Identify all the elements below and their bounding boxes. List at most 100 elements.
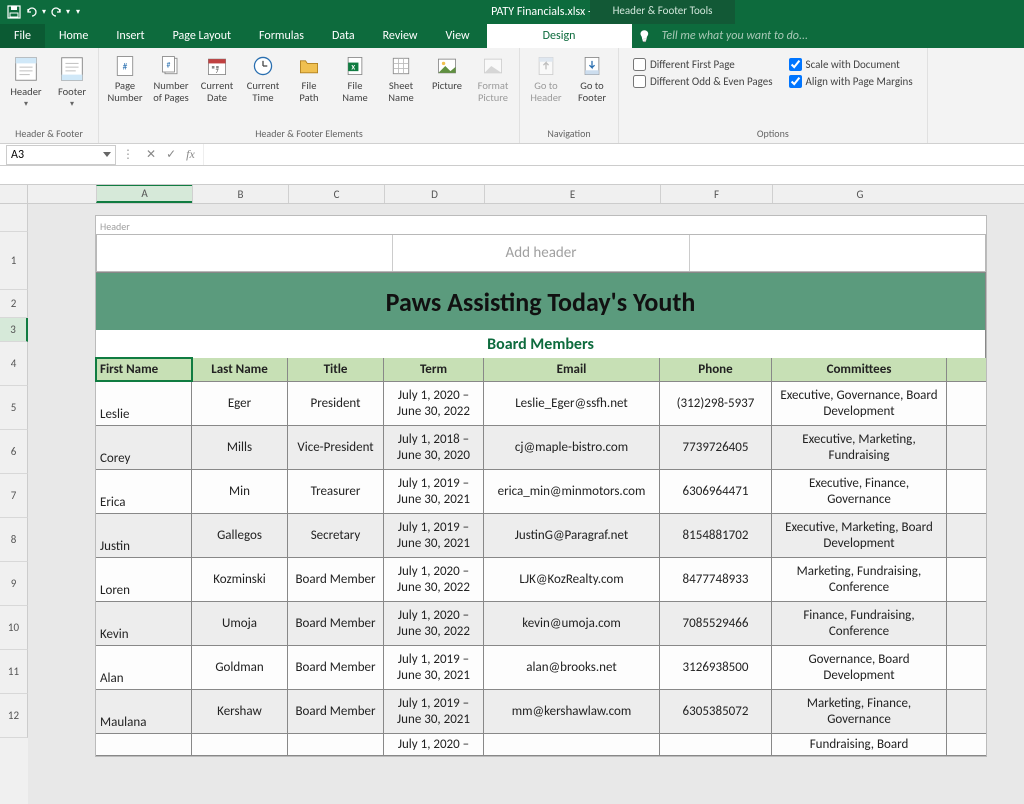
cell-term[interactable]: July 1, 2020 – [384,734,484,755]
col-B[interactable]: B [192,185,288,203]
picture-button[interactable]: Picture [427,52,467,94]
qat-customize[interactable]: ▾ [72,7,80,17]
cell-phone[interactable]: 7739726405 [660,426,772,469]
cell-title[interactable]: Treasurer [288,470,384,513]
cell-term[interactable]: July 1, 2020 – June 30, 2022 [384,602,484,645]
cell-title[interactable]: President [288,382,384,425]
sheet-area[interactable]: Header Add header Paws Assisting Today's… [28,204,1024,804]
cell-title[interactable]: Vice-President [288,426,384,469]
col-committees[interactable]: Committees [772,358,947,381]
tab-design[interactable]: Design [487,23,632,48]
current-date-button[interactable]: 7 Current Date [197,52,237,105]
cell-first[interactable]: Leslie [96,382,192,425]
row-9[interactable]: 9 [0,562,28,606]
cell-committees[interactable]: Executive, Marketing, Board Development [772,514,947,557]
cell-committees[interactable]: Marketing, Fundraising, Conference [772,558,947,601]
cell-email[interactable]: JustinG@Paragraf.net [484,514,660,557]
tab-insert[interactable]: Insert [102,24,158,48]
save-button[interactable] [6,4,22,20]
row-5[interactable]: 5 [0,386,28,430]
cell-term[interactable]: July 1, 2019 – June 30, 2021 [384,470,484,513]
cell-first[interactable] [96,734,192,755]
cell-first[interactable]: Alan [96,646,192,689]
cell-term[interactable]: July 1, 2018 – June 30, 2020 [384,426,484,469]
header-center[interactable]: Add header [393,235,689,271]
tab-home[interactable]: Home [45,24,102,48]
tab-data[interactable]: Data [318,24,369,48]
cell-phone[interactable]: 8477748933 [660,558,772,601]
row-12[interactable]: 12 [0,694,28,738]
cell-last[interactable]: Min [192,470,288,513]
col-last-name[interactable]: Last Name [192,358,288,381]
cell-last[interactable]: Eger [192,382,288,425]
cell-last[interactable]: Kozminski [192,558,288,601]
header-right[interactable] [690,235,985,271]
cell-email[interactable]: kevin@umoja.com [484,602,660,645]
page-number-button[interactable]: # Page Number [105,52,145,105]
format-picture-button[interactable]: Format Picture [473,52,513,105]
tab-review[interactable]: Review [369,24,432,48]
cell-last[interactable] [192,734,288,755]
col-E[interactable]: E [484,185,660,203]
cell-committees[interactable]: Executive, Finance, Governance [772,470,947,513]
cell-term[interactable]: July 1, 2020 – June 30, 2022 [384,382,484,425]
tell-me-search[interactable]: Tell me what you want to do... [632,24,822,48]
cell-last[interactable]: Goldman [192,646,288,689]
cell-committees[interactable]: Governance, Board Development [772,646,947,689]
formula-input[interactable] [203,144,1024,165]
cell-first[interactable]: Erica [96,470,192,513]
cell-email[interactable]: erica_min@minmotors.com [484,470,660,513]
cell-phone[interactable]: 6305385072 [660,690,772,733]
cell-first[interactable]: Maulana [96,690,192,733]
col-term[interactable]: Term [384,358,484,381]
cell-committees[interactable]: Marketing, Finance, Governance [772,690,947,733]
cell-phone[interactable]: 7085529466 [660,602,772,645]
cell-email[interactable]: mm@kershawlaw.com [484,690,660,733]
file-name-button[interactable]: X File Name [335,52,375,105]
footer-button[interactable]: Footer ▾ [52,52,92,110]
col-A[interactable]: A [96,185,192,203]
col-D[interactable]: D [384,185,484,203]
cell-last[interactable]: Mills [192,426,288,469]
col-first-name[interactable]: First Name [96,358,192,381]
row-1[interactable]: 1 [0,232,28,290]
cell-committees[interactable]: Executive, Governance, Board Development [772,382,947,425]
undo-dropdown[interactable]: ▾ [42,7,46,17]
cell-title[interactable]: Secretary [288,514,384,557]
col-phone[interactable]: Phone [660,358,772,381]
align-margins-checkbox[interactable]: Align with Page Margins [789,75,913,88]
accept-formula-button[interactable]: ✓ [166,147,176,162]
cell-committees[interactable]: Finance, Fundraising, Conference [772,602,947,645]
diff-first-checkbox[interactable]: Different First Page [633,58,773,71]
cell-term[interactable]: July 1, 2019 – June 30, 2021 [384,690,484,733]
cancel-formula-button[interactable]: ✕ [146,147,156,162]
col-G[interactable]: G [772,185,947,203]
fx-icon[interactable]: fx [186,147,195,162]
diff-odd-even-checkbox[interactable]: Different Odd & Even Pages [633,75,773,88]
tab-file[interactable]: File [0,24,45,48]
cell-title[interactable]: Board Member [288,646,384,689]
file-path-button[interactable]: File Path [289,52,329,105]
cell-title[interactable]: Board Member [288,690,384,733]
tab-page-layout[interactable]: Page Layout [159,24,245,48]
cell-first[interactable]: Justin [96,514,192,557]
cell-title[interactable]: Board Member [288,602,384,645]
row-10[interactable]: 10 [0,606,28,650]
cell-phone[interactable]: 6306964471 [660,470,772,513]
row-4[interactable]: 4 [0,342,28,386]
redo-button[interactable] [48,4,64,20]
cell-phone[interactable]: 3126938500 [660,646,772,689]
cell-committees[interactable]: Executive, Marketing, Fundraising [772,426,947,469]
row-3[interactable]: 3 [0,318,28,342]
cell-phone[interactable] [660,734,772,755]
cell-title[interactable] [288,734,384,755]
col-title[interactable]: Title [288,358,384,381]
cell-last[interactable]: Umoja [192,602,288,645]
cell-last[interactable]: Kershaw [192,690,288,733]
cell-email[interactable]: alan@brooks.net [484,646,660,689]
col-email[interactable]: Email [484,358,660,381]
scale-doc-checkbox[interactable]: Scale with Document [789,58,913,71]
cell-first[interactable]: Kevin [96,602,192,645]
col-C[interactable]: C [288,185,384,203]
col-F[interactable]: F [660,185,772,203]
